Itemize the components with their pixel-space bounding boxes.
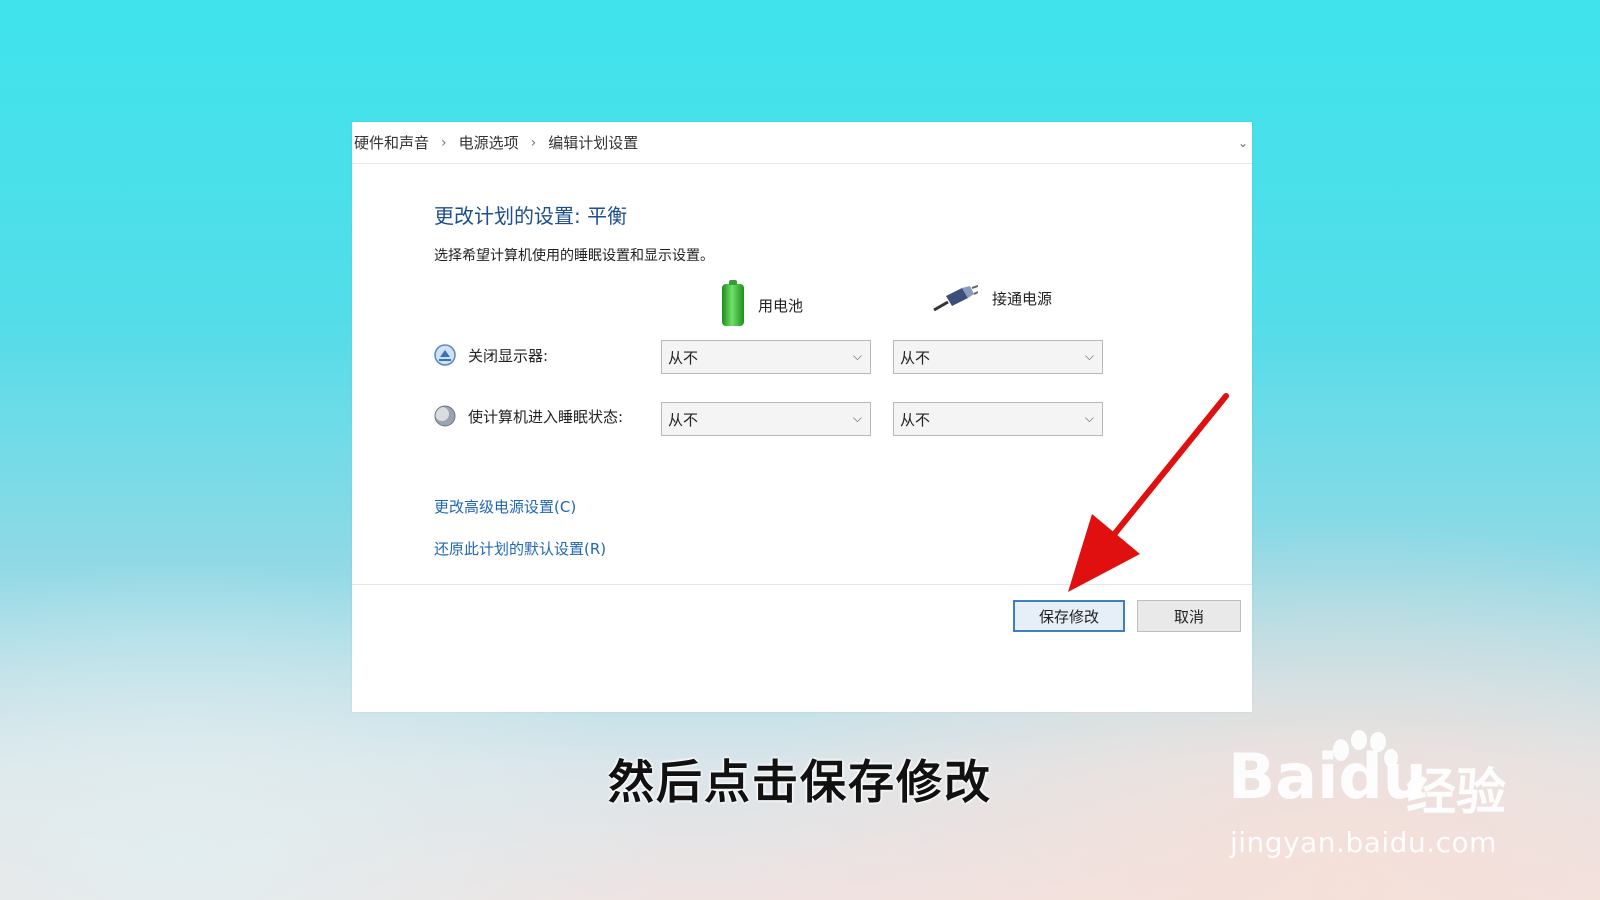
restore-defaults-link[interactable]: 还原此计划的默认设置(R) xyxy=(434,538,606,559)
advanced-power-settings-link[interactable]: 更改高级电源设置(C) xyxy=(434,496,576,517)
display-icon xyxy=(434,344,456,366)
select-value: 从不 xyxy=(668,410,699,429)
breadcrumb-hardware-sound[interactable]: 硬件和声音 xyxy=(354,132,429,153)
breadcrumb: 硬件和声音 › 电源选项 › 编辑计划设置 ⌄ xyxy=(352,122,1252,164)
column-label-battery: 用电池 xyxy=(758,296,804,315)
baidu-jingyan-watermark: Baidu 经验 jingyan.baidu.com xyxy=(1228,730,1518,870)
paw-icon xyxy=(1333,730,1398,767)
chevron-down-icon: ⌵ xyxy=(1084,349,1094,363)
chevron-down-icon: ⌵ xyxy=(852,411,862,425)
column-label-plugged-in: 接通电源 xyxy=(992,289,1053,308)
column-header-battery: 用电池 xyxy=(722,280,804,326)
watermark-brand-cn: 经验 xyxy=(1406,763,1506,821)
cancel-button[interactable]: 取消 xyxy=(1137,600,1241,632)
select-value: 从不 xyxy=(668,348,699,367)
sleep-battery-select[interactable]: 从不 ⌵ xyxy=(661,402,871,436)
display-plugged-select[interactable]: 从不 ⌵ xyxy=(893,340,1103,374)
sleep-moon-icon xyxy=(434,405,456,427)
select-value: 从不 xyxy=(900,348,931,367)
display-battery-select[interactable]: 从不 ⌵ xyxy=(661,340,871,374)
breadcrumb-separator: › xyxy=(530,134,537,151)
chevron-down-icon: ⌵ xyxy=(852,349,862,363)
page-title: 更改计划的设置: 平衡 xyxy=(434,204,628,228)
chevron-down-icon[interactable]: ⌄ xyxy=(1238,136,1248,150)
setting-row-turn-off-display: 关闭显示器: xyxy=(434,344,663,366)
breadcrumb-separator: › xyxy=(441,134,447,151)
power-plug-icon xyxy=(933,285,978,312)
setting-label-sleep: 使计算机进入睡眠状态: xyxy=(468,407,624,426)
red-arrow-annotation xyxy=(1068,393,1229,592)
breadcrumb-edit-plan-settings[interactable]: 编辑计划设置 xyxy=(548,132,638,153)
column-header-plugged-in: 接通电源 xyxy=(932,284,1052,312)
setting-row-sleep: 使计算机进入睡眠状态: xyxy=(434,405,663,427)
page-description: 选择希望计算机使用的睡眠设置和显示设置。 xyxy=(434,248,714,264)
save-changes-button[interactable]: 保存修改 xyxy=(1013,600,1125,632)
breadcrumb-power-options[interactable]: 电源选项 xyxy=(459,132,519,153)
setting-label-turn-off-display: 关闭显示器: xyxy=(468,346,549,365)
select-value: 从不 xyxy=(900,410,931,429)
battery-icon xyxy=(722,280,744,326)
watermark-url: jingyan.baidu.com xyxy=(1230,826,1497,859)
